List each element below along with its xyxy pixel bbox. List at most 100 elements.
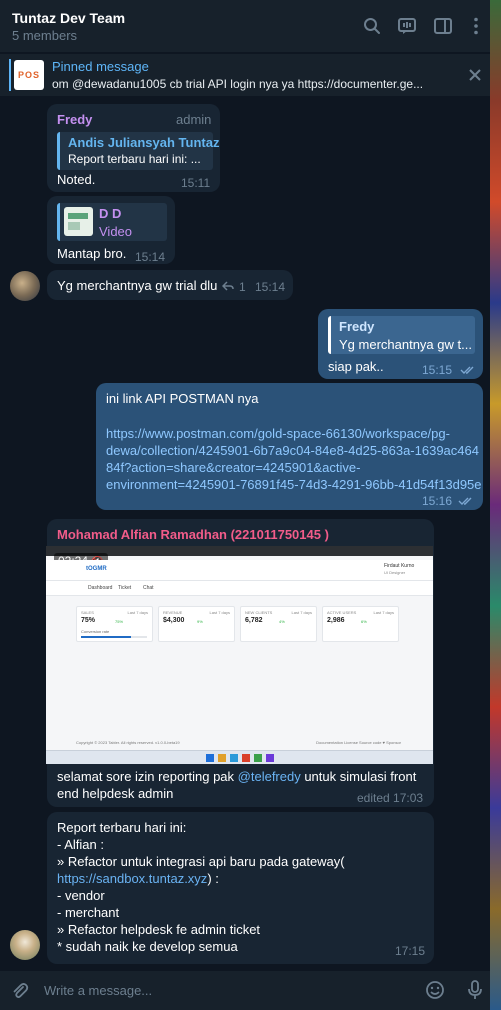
message-text: - merchant	[57, 905, 120, 920]
nav-chat: Chat	[143, 585, 154, 591]
stat-value: 75%	[81, 617, 96, 624]
stat-label: ACTIVE USERS	[327, 610, 357, 615]
message-bubble[interactable]: Yg merchantnya gw trial dlu 1 15:14	[47, 270, 293, 300]
chat-header[interactable]: Tuntaz Dev Team 5 members	[0, 0, 490, 52]
progress-bar	[81, 636, 147, 638]
member-count: 5 members	[12, 28, 78, 43]
stat-label: NEW CLIENTS	[245, 610, 273, 615]
reply-count[interactable]: 1	[239, 280, 246, 294]
pinned-text: om @dewadanu1005 cb trial API login nya …	[52, 77, 424, 91]
message-text: » Refactor helpdesk fe admin ticket	[57, 922, 261, 937]
pinned-thumbnail: POS	[14, 60, 44, 90]
user-name: Firdaut Kurno	[384, 563, 415, 569]
stat-percent: 6%	[361, 619, 367, 624]
reply-arrow-icon[interactable]	[222, 281, 234, 291]
reply-author: D D	[99, 206, 122, 221]
message-list[interactable]: Fredy admin Andis Juliansyah Tuntaz Repo…	[0, 96, 490, 970]
read-checkmarks-icon	[458, 497, 472, 505]
message-text: - Alfian :	[57, 837, 104, 852]
message-bubble[interactable]: Report terbaru hari ini: - Alfian : » Re…	[47, 812, 434, 964]
sidebar-toggle-icon[interactable]	[433, 16, 453, 36]
message-time: 15:14	[255, 280, 286, 294]
stat-card: NEW CLIENTS Last 7 days 6,782 4%	[240, 606, 317, 642]
message-time: 15:16	[422, 494, 453, 508]
message-text: » Refactor untuk integrasi api baru pada…	[57, 854, 345, 869]
stat-percent: 75%	[115, 619, 124, 624]
message-text: selamat sore izin reporting pak @telefre…	[57, 769, 417, 784]
reply-text: Report terbaru hari ini: ...	[68, 152, 201, 166]
video-chat-icon[interactable]	[397, 16, 417, 36]
app-nav: Dashboard Ticket Chat	[46, 581, 433, 596]
reply-quote[interactable]: Fredy Yg merchantnya gw t...	[328, 316, 475, 354]
message-text: Mantap bro.	[57, 246, 127, 261]
stat-card: SALES Last 7 days 75% 75% Conversion rate	[76, 606, 153, 642]
microphone-icon[interactable]	[465, 979, 485, 1001]
user-mention[interactable]: @telefredy	[238, 769, 301, 784]
stat-card: ACTIVE USERS Last 7 days 2,986 6%	[322, 606, 399, 642]
avatar[interactable]	[10, 271, 40, 301]
pinned-indicator	[9, 59, 11, 91]
more-options-icon[interactable]	[466, 16, 486, 36]
message-text: siap pak..	[328, 359, 384, 374]
window-edge-wallpaper	[490, 0, 501, 1010]
stat-period: Last 7 days	[209, 610, 230, 615]
nav-ticket: Ticket	[118, 585, 132, 591]
stat-period: Last 7 days	[373, 610, 394, 615]
reply-quote[interactable]: D D Video	[57, 203, 167, 241]
message-link[interactable]: environment=4245901-76891f45-74d3-4291-9…	[106, 477, 482, 492]
chat-title[interactable]: Tuntaz Dev Team	[12, 10, 125, 26]
sender-name[interactable]: Mohamad Alfian Ramadhan (221011750145 )	[57, 527, 329, 542]
message-text: - vendor	[57, 888, 105, 903]
message-time: edited 17:03	[357, 791, 424, 805]
message-bubble[interactable]: ini link API POSTMAN nya https://www.pos…	[96, 383, 483, 510]
message-text: https://sandbox.tuntaz.xyz) :	[57, 871, 219, 886]
stat-value: $4,300	[163, 617, 185, 624]
reply-text: Yg merchantnya gw t...	[339, 337, 472, 352]
message-text: * sudah naik ke develop semua	[57, 939, 238, 954]
message-link[interactable]: dewa/collection/4245901-6b7a9c04-84e8-4d…	[106, 443, 479, 458]
reply-text: Video	[99, 224, 133, 239]
message-bubble[interactable]: D D Video Mantap bro. 15:14	[47, 196, 175, 264]
video-thumbnail	[64, 207, 93, 236]
stat-label: REVENUE	[163, 610, 183, 615]
avatar[interactable]	[10, 930, 40, 960]
sender-name[interactable]: Fredy	[57, 112, 92, 127]
app-logo: tOGMR	[86, 566, 107, 572]
message-input[interactable]: Write a message...	[44, 983, 152, 998]
reply-author: Andis Juliansyah Tuntaz	[68, 135, 220, 150]
read-checkmarks-icon	[460, 366, 474, 374]
message-link[interactable]: 84f?action=share&creator=4245901&active-	[106, 460, 360, 475]
reply-quote[interactable]: Andis Juliansyah Tuntaz Report terbaru h…	[57, 132, 219, 170]
message-composer[interactable]: Write a message...	[0, 971, 490, 1010]
stat-percent: 4%	[279, 619, 285, 624]
video-screenshot[interactable]: 02:24 🔇 tOGMR Firdaut Kurno UI Designer …	[46, 546, 433, 764]
attach-icon[interactable]	[10, 981, 30, 1001]
message-time: 15:11	[181, 176, 211, 190]
admin-badge: admin	[176, 112, 212, 127]
close-icon[interactable]	[466, 66, 484, 84]
stat-value: 6,782	[245, 617, 263, 624]
stat-label: SALES	[81, 610, 94, 615]
message-time: 15:14	[135, 250, 166, 264]
stat-period: Last 7 days	[127, 610, 148, 615]
message-bubble[interactable]: Fredy Yg merchantnya gw t... siap pak.. …	[318, 309, 483, 379]
app-topbar: tOGMR Firdaut Kurno UI Designer	[46, 560, 433, 581]
message-text: Report terbaru hari ini:	[57, 820, 187, 835]
message-text: Yg merchantnya gw trial dlu	[57, 278, 218, 293]
emoji-icon[interactable]	[425, 980, 445, 1000]
app-footer: Copyright © 2023 Tabler. All rights rese…	[76, 740, 401, 745]
stat-period: Last 7 days	[291, 610, 312, 615]
nav-dashboard: Dashboard	[88, 585, 113, 591]
taskbar	[46, 750, 433, 764]
stat-value: 2,986	[327, 617, 345, 624]
pinned-message-bar[interactable]: POS Pinned message om @dewadanu1005 cb t…	[0, 53, 490, 96]
message-link[interactable]: https://sandbox.tuntaz.xyz	[57, 871, 207, 886]
search-icon[interactable]	[362, 16, 382, 36]
message-time: 15:15	[422, 363, 453, 377]
message-link[interactable]: https://www.postman.com/gold-space-66130…	[106, 426, 450, 441]
message-text: ini link API POSTMAN nya	[106, 391, 259, 406]
message-time: 17:15	[395, 944, 426, 958]
message-text: end helpdesk admin	[57, 786, 174, 801]
message-text: Noted.	[57, 172, 96, 187]
message-bubble[interactable]: Fredy admin Andis Juliansyah Tuntaz Repo…	[47, 104, 220, 192]
